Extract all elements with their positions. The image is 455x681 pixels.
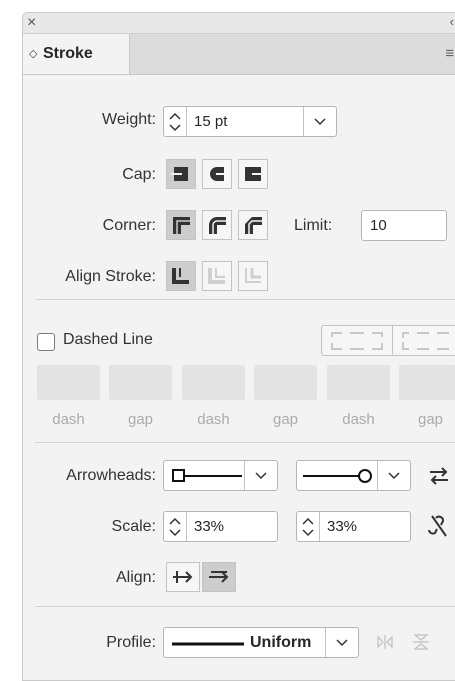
profile-select[interactable]: Uniform — [163, 627, 359, 658]
place-arrow-tip-button[interactable] — [202, 562, 236, 592]
profile-dropdown[interactable] — [325, 628, 358, 657]
gap-label-2: gap — [272, 411, 299, 428]
section-divider — [35, 606, 455, 607]
end-scale-field[interactable]: 33% — [296, 511, 411, 542]
chevron-down-icon — [255, 472, 267, 480]
start-arrowhead-select[interactable] — [163, 460, 278, 491]
start-scale-field[interactable]: 33% — [163, 511, 278, 542]
bevel-join-icon — [245, 217, 262, 234]
gap-label-3: gap — [417, 411, 444, 428]
tab-options-icon[interactable]: ◇ — [29, 34, 37, 74]
stepper-arrows-icon — [169, 517, 181, 537]
dash-label-3: dash — [342, 411, 375, 428]
extend-arrow-tip-button[interactable] — [166, 562, 200, 592]
section-divider — [35, 299, 455, 300]
limit-label: Limit: — [294, 217, 333, 234]
stepper-arrows-icon — [302, 517, 314, 537]
dashed-line-label: Dashed Line — [63, 331, 153, 348]
preserve-dash-button[interactable] — [321, 325, 393, 356]
align-outside-icon — [245, 268, 261, 283]
round-cap-icon — [210, 167, 225, 181]
stepper-arrows-icon — [169, 112, 181, 132]
end-arrowhead-select[interactable] — [296, 460, 411, 491]
align-outside-button[interactable] — [238, 261, 268, 291]
align-inside-icon — [208, 268, 225, 284]
dash-field-3[interactable] — [327, 365, 390, 400]
align-center-icon — [172, 268, 189, 284]
close-icon[interactable]: × — [27, 14, 36, 32]
butt-cap-button[interactable] — [166, 159, 196, 189]
cap-label: Cap: — [122, 166, 156, 183]
butt-cap-icon — [171, 167, 188, 181]
dash-corner-preserve-icon — [331, 332, 383, 350]
projecting-cap-icon — [245, 167, 261, 181]
tab-stroke[interactable]: ◇ Stroke — [23, 34, 130, 74]
corner-label: Corner: — [102, 217, 156, 234]
gap-label-1: gap — [127, 411, 154, 428]
round-join-button[interactable] — [202, 210, 232, 240]
dashed-line-checkbox[interactable] — [37, 333, 55, 351]
round-join-icon — [209, 217, 226, 234]
profile-label: Profile: — [106, 634, 156, 651]
align-label: Align: — [115, 569, 156, 586]
start-arrowhead-dropdown[interactable] — [244, 461, 277, 490]
dash-align-corners-icon — [402, 332, 449, 350]
align-stroke-label: Align Stroke: — [65, 268, 156, 285]
tab-stroke-label: Stroke — [43, 45, 93, 62]
scale-label: Scale: — [111, 518, 156, 535]
place-arrow-tip-icon — [209, 571, 229, 583]
dash-label-1: dash — [52, 411, 85, 428]
profile-value: Uniform — [250, 634, 312, 651]
circle-arrowhead-icon — [303, 469, 372, 483]
bevel-join-button[interactable] — [238, 210, 268, 240]
chevron-down-icon — [388, 472, 400, 480]
chevron-down-icon — [314, 118, 326, 126]
gap-field-2[interactable] — [254, 365, 317, 400]
extend-arrow-tip-icon — [173, 571, 193, 583]
align-center-button[interactable] — [166, 261, 196, 291]
end-scale-value: 33% — [327, 518, 358, 535]
swap-arrowheads-icon[interactable] — [428, 466, 450, 486]
tab-bar: ◇ Stroke ≡ — [23, 34, 455, 75]
weight-field[interactable]: 15 pt — [163, 106, 337, 137]
weight-stepper[interactable] — [164, 107, 187, 136]
end-arrowhead-dropdown[interactable] — [377, 461, 410, 490]
dash-field-2[interactable] — [182, 365, 245, 400]
link-scale-icon[interactable] — [428, 514, 450, 540]
dash-field-1[interactable] — [37, 365, 100, 400]
chevron-down-icon — [336, 639, 348, 647]
uniform-profile-icon — [172, 642, 244, 646]
flip-across-icon[interactable] — [412, 633, 430, 651]
weight-dropdown[interactable] — [303, 107, 336, 136]
start-scale-value: 33% — [194, 518, 225, 535]
gap-field-3[interactable] — [399, 365, 455, 400]
dash-label-2: dash — [197, 411, 230, 428]
align-inside-button[interactable] — [202, 261, 232, 291]
limit-field[interactable]: 10 — [361, 210, 447, 241]
hamburger-menu-icon[interactable]: ≡ — [445, 45, 454, 62]
stroke-panel: × ‹ ◇ Stroke ≡ Weight: 15 pt Cap: Corner… — [22, 12, 455, 681]
miter-join-button[interactable] — [166, 210, 196, 240]
panel-title-bar: × ‹ — [23, 13, 455, 34]
start-scale-stepper[interactable] — [164, 512, 187, 541]
flip-along-icon[interactable] — [376, 634, 394, 650]
section-divider — [35, 442, 455, 443]
square-arrowhead-icon — [172, 469, 242, 482]
weight-value: 15 pt — [194, 113, 228, 130]
gap-field-1[interactable] — [109, 365, 172, 400]
round-cap-button[interactable] — [202, 159, 232, 189]
arrowheads-label: Arrowheads: — [66, 467, 156, 484]
projecting-cap-button[interactable] — [238, 159, 268, 189]
limit-value: 10 — [370, 217, 387, 234]
weight-label: Weight: — [102, 111, 156, 128]
miter-join-icon — [173, 217, 190, 234]
collapse-icon[interactable]: ‹ — [450, 14, 454, 29]
end-scale-stepper[interactable] — [297, 512, 320, 541]
align-dash-button[interactable] — [392, 325, 455, 356]
